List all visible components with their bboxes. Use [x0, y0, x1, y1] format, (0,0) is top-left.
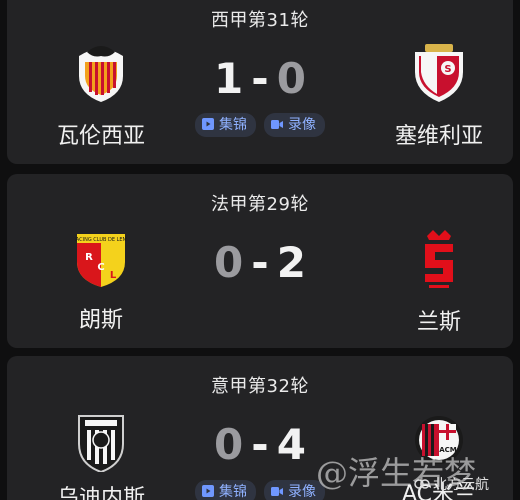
highlights-button[interactable]: 集锦	[195, 113, 256, 137]
highlights-button[interactable]: 集锦	[195, 480, 256, 500]
source-credit: 北方云航	[414, 474, 489, 494]
svg-text:S: S	[444, 64, 451, 75]
match-card-2[interactable]: 法甲第29轮 RACING CLUB DE LENS R C L 朗斯 0-2	[7, 174, 513, 348]
match-results-screen: 西甲第31轮 瓦伦西亚 1-0 集锦 录像 S 塞维利亚 法甲第29轮 RACI…	[0, 0, 520, 500]
away-team[interactable]: 兰斯	[369, 230, 509, 336]
replay-label: 录像	[288, 117, 316, 133]
score-separator: -	[251, 238, 269, 287]
highlights-icon	[202, 485, 214, 497]
away-team-name: 塞维利亚	[394, 124, 483, 149]
highlights-label: 集锦	[219, 484, 247, 500]
league-round: 西甲第31轮	[211, 10, 309, 31]
away-team-name: 兰斯	[416, 310, 461, 335]
source-label: 北方云航	[433, 477, 489, 493]
home-score: 0	[214, 238, 244, 287]
away-score: 4	[276, 420, 306, 469]
match-card-1[interactable]: 西甲第31轮 瓦伦西亚 1-0 集锦 录像 S 塞维利亚	[7, 0, 513, 164]
replay-icon	[271, 120, 283, 129]
score-separator: -	[251, 420, 269, 469]
league-round: 意甲第32轮	[211, 376, 309, 397]
replay-icon	[271, 487, 283, 496]
score-separator: -	[251, 54, 269, 103]
home-score: 1	[214, 54, 244, 103]
away-score: 0	[276, 54, 306, 103]
home-team-name: 朗斯	[78, 308, 123, 333]
replay-label: 录像	[288, 484, 316, 500]
source-logo-icon	[414, 479, 430, 489]
sevilla-crest-icon: S	[415, 44, 463, 102]
league-round: 法甲第29轮	[211, 194, 309, 215]
highlights-label: 集锦	[219, 117, 247, 133]
away-team[interactable]: S 塞维利亚	[369, 42, 509, 150]
away-score: 2	[276, 238, 306, 287]
home-score: 0	[214, 420, 244, 469]
replay-button[interactable]: 录像	[264, 113, 325, 137]
highlights-icon	[202, 118, 214, 130]
reims-crest-icon	[425, 230, 453, 288]
